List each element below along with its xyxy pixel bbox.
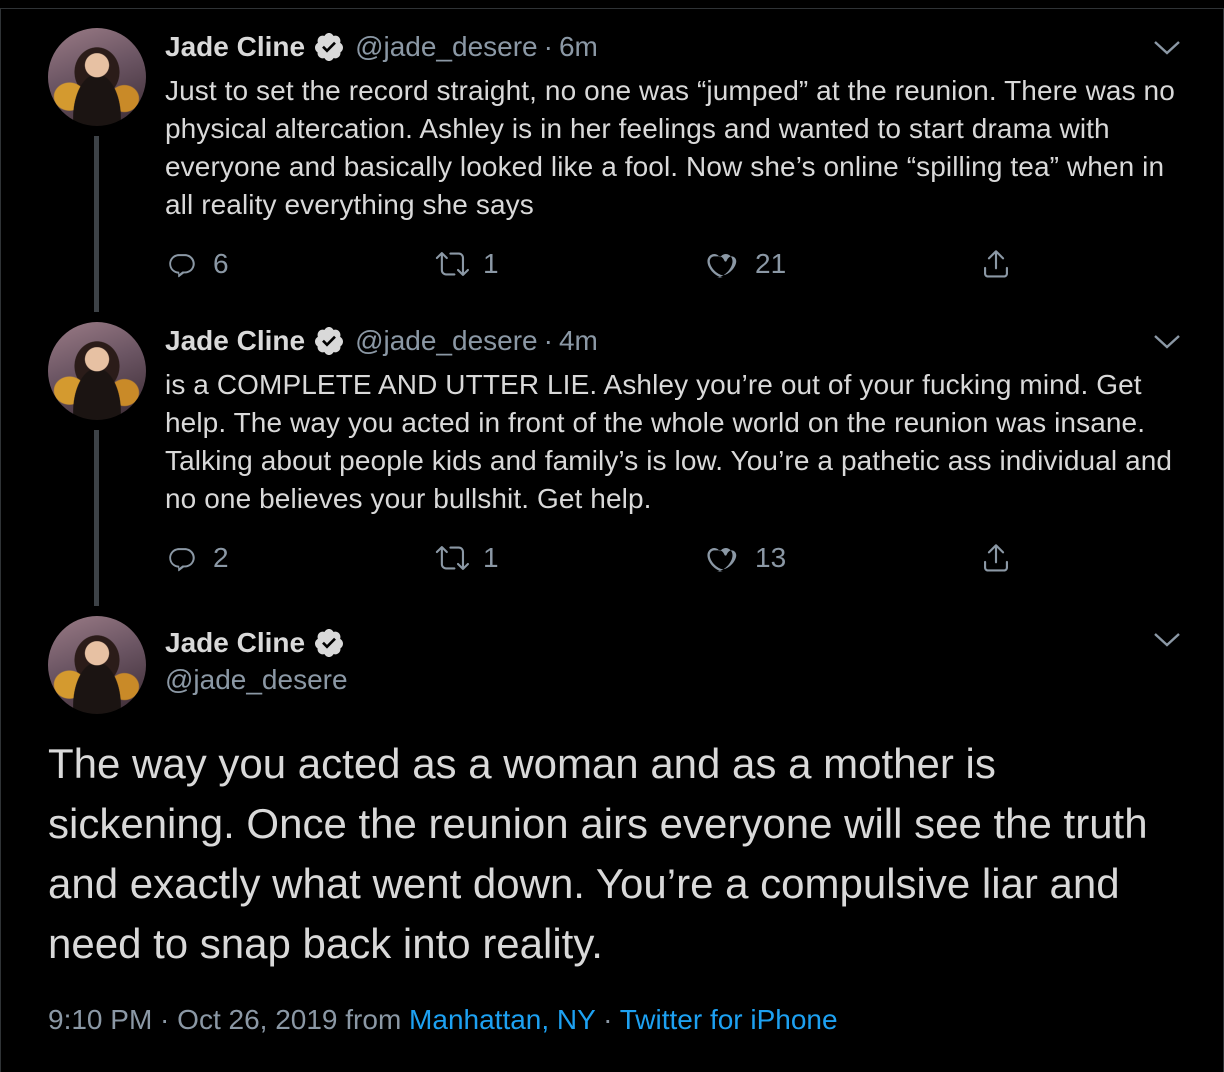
source-link[interactable]: Twitter for iPhone bbox=[620, 1004, 838, 1035]
tweet-text: Just to set the record straight, no one … bbox=[165, 75, 1175, 220]
author-name[interactable]: Jade Cline bbox=[165, 325, 305, 357]
avatar[interactable] bbox=[48, 616, 146, 714]
share-icon bbox=[984, 250, 1008, 278]
tweet-actions: 6 1 21 bbox=[165, 244, 1025, 284]
like-count: 21 bbox=[755, 248, 787, 279]
separator-dot: · bbox=[543, 325, 553, 356]
main-tweet-text: The way you acted as a woman and as a mo… bbox=[48, 740, 1148, 967]
chevron-down-icon[interactable] bbox=[1152, 38, 1182, 58]
thread-line bbox=[94, 430, 99, 606]
share-button[interactable] bbox=[979, 538, 1013, 578]
retweet-count: 1 bbox=[483, 542, 499, 573]
left-border bbox=[0, 8, 1, 1072]
author-handle[interactable]: @jade_desere bbox=[355, 31, 538, 63]
avatar[interactable] bbox=[48, 322, 146, 420]
like-button[interactable]: 21 bbox=[707, 244, 786, 284]
heart-icon bbox=[707, 548, 737, 572]
retweet-icon bbox=[435, 252, 469, 276]
verified-badge-icon bbox=[313, 627, 345, 659]
reply-count: 2 bbox=[213, 542, 229, 573]
retweet-icon bbox=[435, 546, 469, 570]
timestamp[interactable]: 9:10 PM · Oct 26, 2019 from bbox=[48, 1004, 409, 1035]
source-separator: · bbox=[595, 1004, 620, 1035]
retweet-button[interactable]: 1 bbox=[435, 538, 499, 578]
verified-badge-icon bbox=[313, 31, 345, 63]
tweet-actions: 2 1 13 bbox=[165, 538, 1025, 578]
author-handle[interactable]: @jade_desere bbox=[165, 664, 348, 696]
share-button[interactable] bbox=[979, 244, 1013, 284]
heart-icon bbox=[707, 254, 737, 278]
chevron-down-icon[interactable] bbox=[1152, 630, 1182, 650]
reply-count: 6 bbox=[213, 248, 229, 279]
author-handle[interactable]: @jade_desere bbox=[355, 325, 538, 357]
verified-badge-icon bbox=[313, 325, 345, 357]
retweet-button[interactable]: 1 bbox=[435, 244, 499, 284]
top-border bbox=[0, 0, 1224, 9]
like-count: 13 bbox=[755, 542, 787, 573]
tweet-time[interactable]: 4m bbox=[559, 325, 598, 357]
avatar[interactable] bbox=[48, 28, 146, 126]
tweet-meta: 9:10 PM · Oct 26, 2019 from Manhattan, N… bbox=[48, 1004, 838, 1036]
author-name[interactable]: Jade Cline bbox=[165, 627, 305, 659]
chevron-down-icon[interactable] bbox=[1152, 332, 1182, 352]
reply-icon bbox=[169, 548, 195, 572]
thread-line bbox=[94, 136, 99, 312]
retweet-count: 1 bbox=[483, 248, 499, 279]
tweet-header: Jade Cline @jade_desere · 6m bbox=[165, 30, 598, 64]
tweet-header: Jade Cline bbox=[165, 625, 345, 661]
like-button[interactable]: 13 bbox=[707, 538, 786, 578]
reply-icon bbox=[169, 254, 195, 278]
separator-dot: · bbox=[543, 31, 553, 62]
tweet-text: is a COMPLETE AND UTTER LIE. Ashley you’… bbox=[165, 369, 1173, 514]
author-name[interactable]: Jade Cline bbox=[165, 31, 305, 63]
share-icon bbox=[984, 544, 1008, 572]
reply-button[interactable]: 6 bbox=[165, 244, 229, 284]
tweet-header: Jade Cline @jade_desere · 4m bbox=[165, 324, 598, 358]
location-link[interactable]: Manhattan, NY bbox=[409, 1004, 595, 1035]
tweet-time[interactable]: 6m bbox=[559, 31, 598, 63]
reply-button[interactable]: 2 bbox=[165, 538, 229, 578]
